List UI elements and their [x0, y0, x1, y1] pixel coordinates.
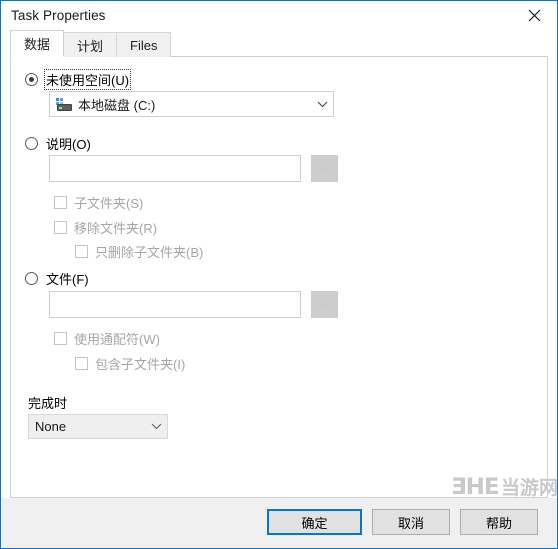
ok-button[interactable]: 确定 [267, 509, 362, 535]
task-properties-dialog: Task Properties 数据 计划 Files 未使用空间(U) 本地磁… [0, 0, 558, 549]
close-icon[interactable] [512, 1, 557, 30]
checkbox-include-subfolders[interactable]: 包含子文件夹(I) [75, 354, 185, 373]
on-complete-combobox[interactable]: None [28, 414, 168, 439]
radio-description[interactable]: 说明(O) [25, 133, 93, 154]
tab-files[interactable]: Files [116, 32, 172, 57]
description-browse-button[interactable]: ... [311, 155, 338, 182]
cancel-button[interactable]: 取消 [372, 509, 450, 535]
checkbox-use-wildcards-label: 使用通配符(W) [74, 332, 160, 347]
checkbox-remove-folders-label: 移除文件夹(R) [74, 221, 158, 236]
tab-label: 计划 [77, 38, 104, 54]
title-bar: Task Properties [1, 1, 557, 30]
files-input[interactable] [49, 291, 301, 318]
checkbox-delete-only-subfolders[interactable]: 只删除子文件夹(B) [75, 242, 203, 261]
checkbox-delete-only-subfolders-label: 只删除子文件夹(B) [95, 245, 204, 260]
checkbox-indicator [75, 245, 88, 258]
on-complete-label: 完成时 [28, 396, 68, 411]
dialog-footer: 确定 取消 帮助 [1, 498, 557, 548]
radio-unused-space[interactable]: 未使用空间(U) [25, 69, 132, 90]
checkbox-indicator [54, 196, 67, 209]
checkbox-indicator [54, 332, 67, 345]
checkbox-indicator [75, 357, 88, 370]
hard-drive-icon [56, 97, 72, 111]
chevron-down-icon[interactable] [145, 423, 167, 430]
tab-data[interactable]: 数据 [10, 30, 65, 57]
drive-combobox[interactable]: 本地磁盘 (C:) [49, 91, 334, 117]
drive-combobox-value-wrap: 本地磁盘 (C:) [56, 95, 311, 114]
help-button[interactable]: 帮助 [460, 509, 538, 535]
radio-indicator [25, 137, 38, 150]
checkbox-subfolders-label: 子文件夹(S) [74, 196, 144, 211]
tab-panel-data: 未使用空间(U) 本地磁盘 (C:) 说明(O) ... 子文件夹(S) 移除文… [10, 56, 548, 498]
radio-files-label: 文件(F) [46, 272, 89, 287]
checkbox-remove-folders[interactable]: 移除文件夹(R) [54, 218, 157, 237]
tab-strip: 数据 计划 Files [10, 30, 548, 57]
drive-combobox-value: 本地磁盘 (C:) [78, 97, 156, 113]
radio-indicator [25, 73, 38, 86]
radio-files[interactable]: 文件(F) [25, 268, 91, 289]
window-title: Task Properties [11, 8, 106, 23]
radio-unused-space-label: 未使用空间(U) [44, 69, 132, 90]
checkbox-use-wildcards[interactable]: 使用通配符(W) [54, 329, 160, 348]
tab-schedule[interactable]: 计划 [63, 32, 118, 57]
tab-label: 数据 [24, 37, 51, 52]
on-complete-value: None [35, 419, 67, 434]
checkbox-indicator [54, 221, 67, 234]
files-browse-button[interactable]: ... [311, 291, 338, 318]
radio-description-label: 说明(O) [46, 137, 91, 152]
checkbox-include-subfolders-label: 包含子文件夹(I) [95, 357, 186, 372]
radio-indicator [25, 272, 38, 285]
checkbox-subfolders[interactable]: 子文件夹(S) [54, 193, 143, 212]
tab-label: Files [130, 37, 158, 53]
chevron-down-icon[interactable] [311, 101, 333, 108]
description-input[interactable] [49, 155, 301, 182]
